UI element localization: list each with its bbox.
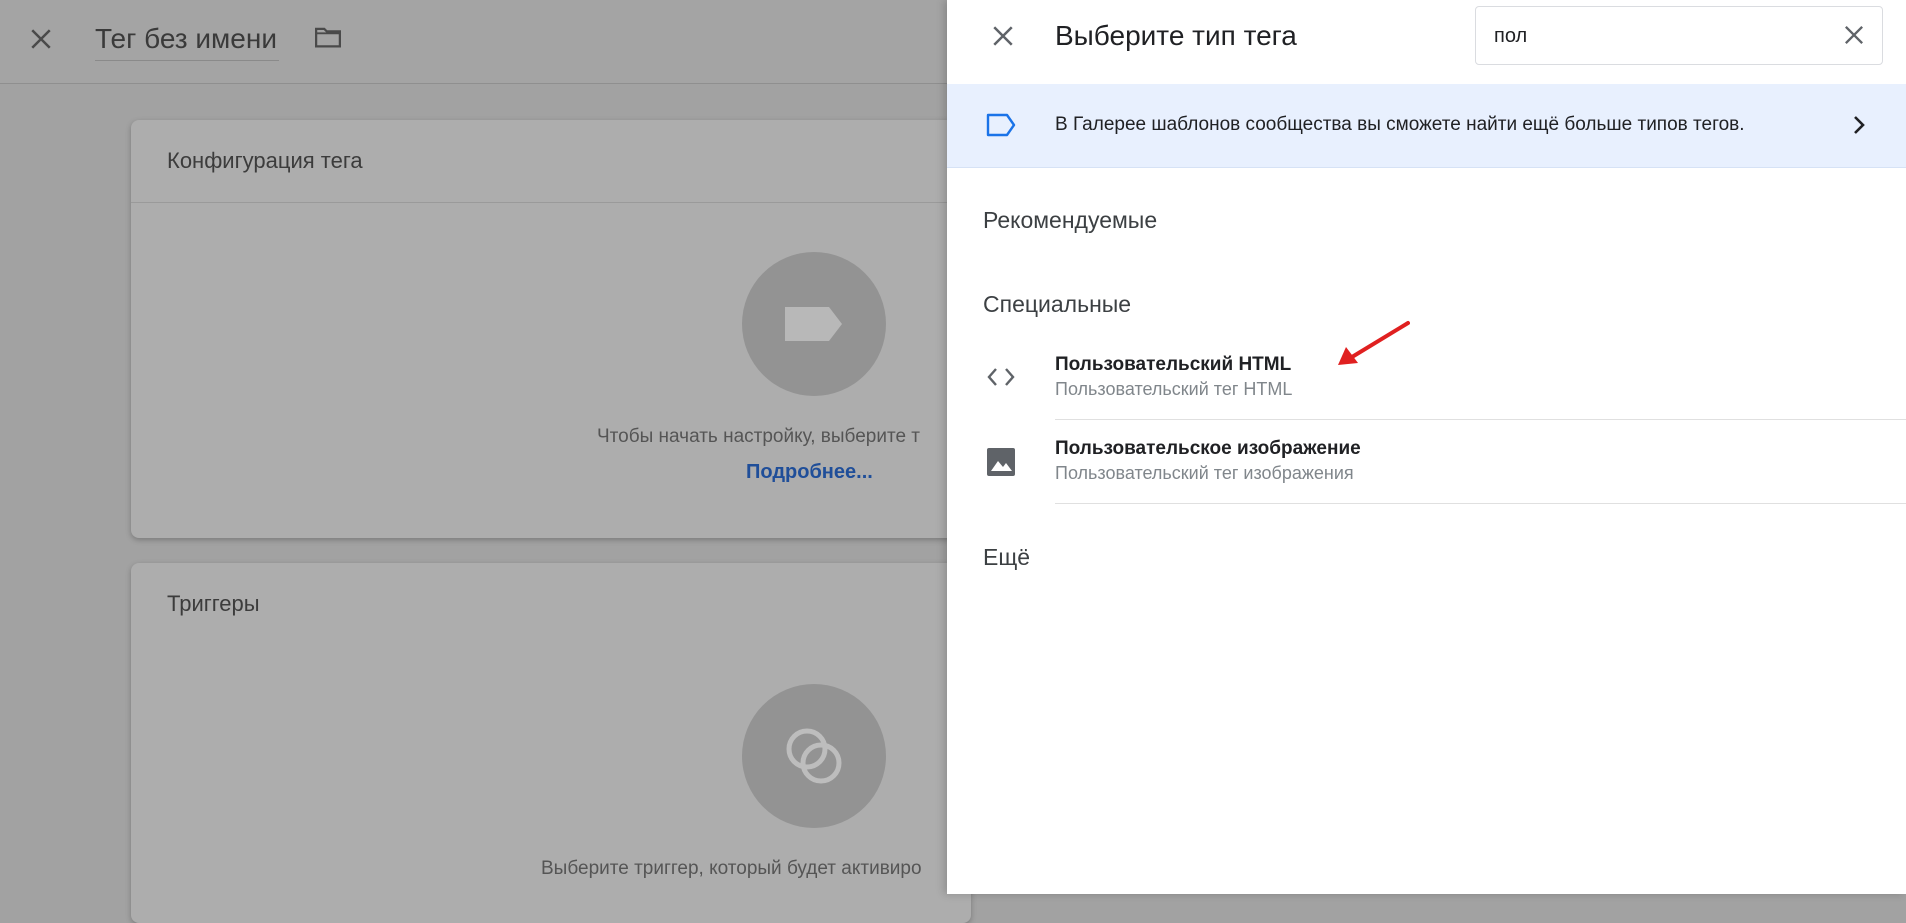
image-icon — [987, 448, 1015, 476]
card-title: Триггеры — [167, 591, 260, 616]
divider — [1055, 503, 1906, 504]
search-input[interactable] — [1492, 19, 1816, 53]
clear-icon[interactable] — [1840, 21, 1868, 49]
item-title: Пользовательское изображение — [1055, 438, 1361, 459]
triggers-card: Триггеры Выберите триггер, который будет… — [131, 563, 971, 923]
item-subtitle: Пользовательский тег HTML — [1055, 379, 1293, 399]
card-hint: Чтобы начать настройку, выберите т — [597, 426, 920, 447]
card-title: Конфигурация тега — [167, 148, 363, 173]
section-heading-recommended: Рекомендуемые — [983, 207, 1158, 233]
folder-icon[interactable] — [311, 22, 345, 52]
item-subtitle: Пользовательский тег изображения — [1055, 463, 1354, 483]
tag-outline-icon — [986, 113, 1016, 137]
tag-type-panel: Выберите тип тега В Галерее шаблонов соо… — [947, 0, 1906, 894]
tag-icon — [785, 307, 842, 341]
tag-name-field[interactable]: Тег без имени — [95, 18, 279, 61]
search-field[interactable] — [1475, 6, 1883, 65]
editor-header: Тег без имени — [0, 0, 947, 84]
code-icon — [987, 368, 1015, 386]
section-heading-more: Ещё — [983, 544, 1031, 570]
learn-more-link[interactable]: Подробнее... — [746, 461, 873, 484]
section-heading-custom: Специальные — [983, 291, 1132, 317]
banner-text: В Галерее шаблонов сообщества вы сможете… — [1055, 114, 1745, 135]
chevron-right-icon — [1854, 116, 1865, 134]
community-gallery-banner[interactable]: В Галерее шаблонов сообщества вы сможете… — [947, 84, 1906, 168]
divider — [131, 202, 971, 203]
choose-trigger-button[interactable] — [742, 684, 886, 828]
trigger-icon — [786, 728, 842, 784]
panel-title: Выберите тип тега — [1055, 20, 1297, 51]
tag-type-custom-image[interactable]: Пользовательское изображение Пользовател… — [947, 420, 1906, 504]
close-icon[interactable] — [988, 21, 1018, 51]
choose-tag-type-button[interactable] — [742, 252, 886, 396]
tag-type-custom-html[interactable]: Пользовательский HTML Пользовательский т… — [947, 336, 1906, 420]
tag-configuration-card: Конфигурация тега Чтобы начать настройку… — [131, 120, 971, 538]
close-icon[interactable] — [26, 24, 56, 54]
card-hint: Выберите триггер, который будет активиро — [541, 858, 922, 879]
annotation-arrow-icon — [1338, 321, 1410, 365]
item-title: Пользовательский HTML — [1055, 354, 1292, 375]
